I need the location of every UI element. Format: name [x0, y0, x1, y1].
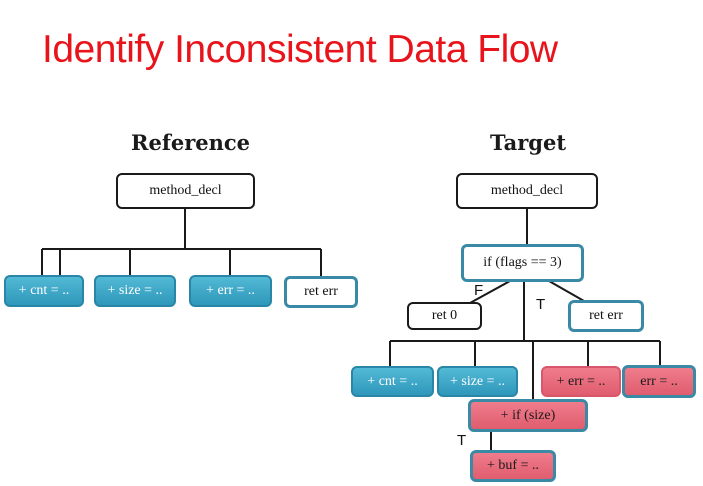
tgt-node-err-assign: err = .. — [622, 365, 696, 398]
tgt-true-label: T — [536, 296, 546, 313]
ref-root-node: method_decl — [116, 173, 255, 209]
slide: Identify Inconsistent Data Flow Referenc… — [0, 0, 703, 486]
tgt-true-branch-node: ret err — [568, 300, 644, 332]
tgt-nested-condition-node: + if (size) — [468, 399, 588, 432]
tgt-node-err: + err = .. — [541, 366, 621, 397]
tgt-condition-node: if (flags == 3) — [461, 244, 584, 282]
tgt-false-branch-node: ret 0 — [407, 302, 482, 330]
tgt-nested-body-node: + buf = .. — [470, 450, 556, 482]
tgt-true-edge — [548, 280, 585, 302]
tgt-node-size: + size = .. — [437, 366, 518, 397]
ref-node-ret-err: ret err — [284, 276, 358, 308]
ref-node-cnt: + cnt = .. — [4, 275, 84, 307]
tgt-false-label: F — [474, 282, 484, 299]
ref-node-size: + size = .. — [94, 275, 176, 307]
tgt-nested-true-label: T — [457, 432, 467, 449]
tree-edges — [41, 208, 661, 451]
tgt-root-node: method_decl — [456, 173, 598, 209]
tgt-node-cnt: + cnt = .. — [351, 366, 434, 397]
ref-node-err: + err = .. — [189, 275, 272, 307]
